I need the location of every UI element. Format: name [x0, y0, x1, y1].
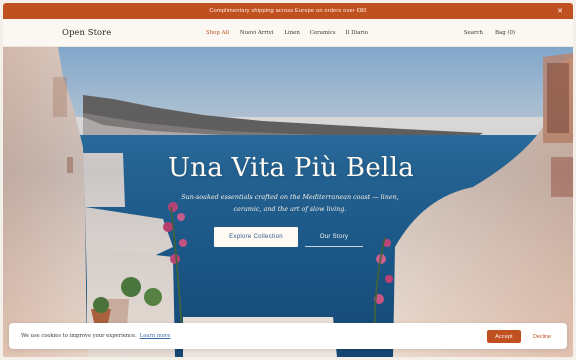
page-frame: Complimentary shipping across Europe on …	[3, 3, 573, 357]
hero-subtitle: Sun-soaked essentials crafted on the Med…	[181, 193, 399, 213]
cookie-banner: We use cookies to improve your experienc…	[9, 323, 567, 349]
decline-cookies-button[interactable]: Decline	[527, 330, 557, 343]
explore-collection-button[interactable]: Explore Collection	[214, 227, 298, 247]
nav-item-ceramics[interactable]: Ceramics	[310, 30, 336, 36]
announcement-text: Complimentary shipping across Europe on …	[209, 8, 367, 14]
our-story-button[interactable]: Our Story	[305, 227, 363, 247]
search-link[interactable]: Search	[464, 30, 483, 36]
nav-item-nuovi-arrivi[interactable]: Nuovi Arrivi	[240, 30, 273, 36]
hero-title: Una Vita Più Bella	[167, 153, 415, 183]
cookie-text: We use cookies to improve your experienc…	[21, 333, 137, 339]
bag-link[interactable]: Bag (0)	[495, 30, 515, 36]
nav-item-linen[interactable]: Linen	[284, 30, 299, 36]
accept-cookies-button[interactable]: Accept	[487, 330, 521, 343]
nav-menu: Shop All Nuovi Arrivi Linen Ceramics Il …	[206, 30, 368, 36]
close-icon[interactable]: ✕	[555, 6, 565, 16]
nav-utilities: Search Bag (0)	[464, 30, 515, 36]
cookie-message: We use cookies to improve your experienc…	[21, 333, 170, 339]
store-logo[interactable]: Open Store	[62, 27, 111, 37]
learn-more-link[interactable]: Learn more	[140, 333, 171, 339]
nav-item-il-diario[interactable]: Il Diario	[346, 30, 368, 36]
hero-section: Una Vita Più Bella Sun-soaked essentials…	[3, 47, 573, 357]
main-nav: Open Store Shop All Nuovi Arrivi Linen C…	[3, 19, 573, 47]
nav-item-shop-all[interactable]: Shop All	[206, 30, 229, 36]
announcement-bar: Complimentary shipping across Europe on …	[3, 3, 573, 19]
